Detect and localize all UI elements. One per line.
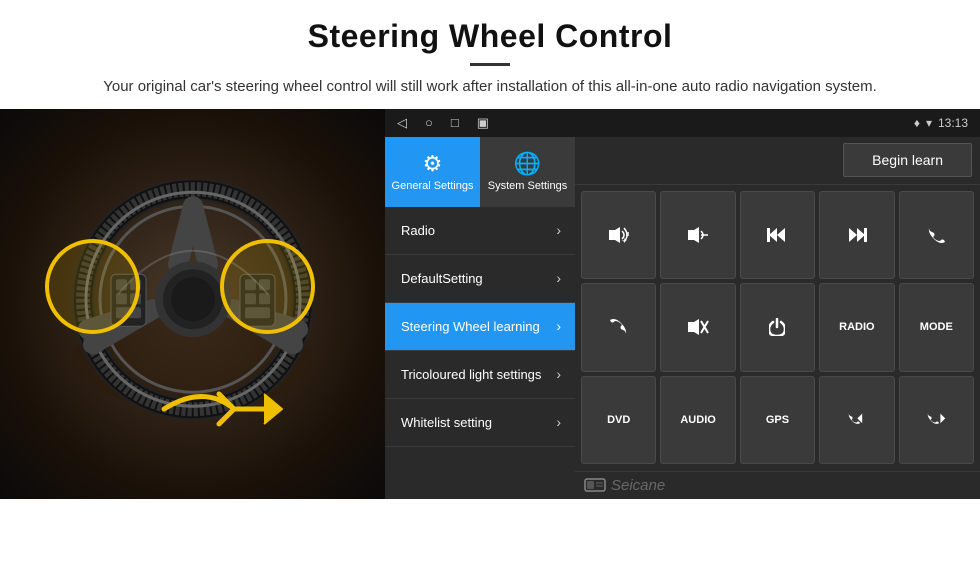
status-bar: ◁ ○ □ ▣ ♦ ▾ 13:13 (385, 109, 980, 137)
begin-learn-row: Begin learn (575, 137, 980, 185)
menu-default-label: DefaultSetting (401, 271, 483, 286)
vol-down-button[interactable] (660, 191, 735, 280)
menu-item-tricoloured[interactable]: Tricoloured light settings › (385, 351, 575, 399)
mode-button[interactable]: MODE (899, 283, 974, 372)
right-content: Begin learn + (575, 137, 980, 499)
chevron-icon: › (556, 414, 561, 430)
header-description: Your original car's steering wheel contr… (40, 76, 940, 99)
control-button-grid: + (575, 185, 980, 471)
hang-up-button[interactable] (581, 283, 656, 372)
prev-track-button[interactable] (740, 191, 815, 280)
nav-icons: ◁ ○ □ ▣ (397, 115, 489, 131)
begin-learn-button[interactable]: Begin learn (843, 143, 972, 177)
main-content: ◁ ○ □ ▣ ♦ ▾ 13:13 ⚙ General Settings (0, 109, 980, 499)
menu-item-default[interactable]: DefaultSetting › (385, 255, 575, 303)
menu-item-whitelist[interactable]: Whitelist setting › (385, 399, 575, 447)
dvd-label: DVD (607, 414, 630, 426)
status-right: ♦ ▾ 13:13 (914, 116, 968, 130)
page-title: Steering Wheel Control (40, 18, 940, 55)
menu-steering-label: Steering Wheel learning (401, 319, 540, 334)
gps-label: GPS (766, 414, 789, 426)
audio-button[interactable]: AUDIO (660, 376, 735, 465)
chevron-icon: › (556, 270, 561, 286)
menu-item-steering[interactable]: Steering Wheel learning › (385, 303, 575, 351)
tab-general-label: General Settings (392, 180, 474, 192)
header-divider (470, 63, 510, 66)
tel-prev-button[interactable] (819, 376, 894, 465)
highlight-circle-right (220, 239, 315, 334)
mode-label: MODE (920, 321, 953, 333)
menu-tricoloured-label: Tricoloured light settings (401, 367, 541, 382)
svg-text:+: + (622, 236, 627, 244)
page-header: Steering Wheel Control Your original car… (0, 0, 980, 109)
arrow-indicator (154, 374, 284, 449)
recents-icon: □ (451, 115, 459, 130)
left-nav: ⚙ General Settings 🌐 System Settings Rad… (385, 137, 575, 499)
top-tabs: ⚙ General Settings 🌐 System Settings (385, 137, 575, 207)
phone-answer-button[interactable] (899, 191, 974, 280)
menu-whitelist-label: Whitelist setting (401, 415, 492, 430)
tablet-panel: ◁ ○ □ ▣ ♦ ▾ 13:13 ⚙ General Settings (385, 109, 980, 499)
location-icon: ♦ (914, 116, 920, 130)
screenshot-icon: ▣ (477, 115, 489, 131)
tab-general[interactable]: ⚙ General Settings (385, 137, 480, 207)
highlight-circle-left (45, 239, 140, 334)
system-icon: 🌐 (514, 151, 541, 177)
home-icon: ○ (425, 115, 433, 130)
car-image (0, 109, 385, 499)
app-area: ⚙ General Settings 🌐 System Settings Rad… (385, 137, 980, 499)
car-panel (0, 109, 385, 499)
radio-text-button[interactable]: RADIO (819, 283, 894, 372)
watermark-icon (583, 475, 607, 495)
vol-up-button[interactable]: + (581, 191, 656, 280)
chevron-icon: › (556, 366, 561, 382)
radio-label: RADIO (839, 321, 874, 333)
dvd-button[interactable]: DVD (581, 376, 656, 465)
menu-item-radio[interactable]: Radio › (385, 207, 575, 255)
power-button[interactable] (740, 283, 815, 372)
back-icon: ◁ (397, 115, 407, 131)
mute-button[interactable] (660, 283, 735, 372)
wifi-icon: ▾ (926, 116, 932, 130)
time-display: 13:13 (938, 116, 968, 130)
tel-next-button[interactable] (899, 376, 974, 465)
seicane-watermark: Seicane (611, 477, 665, 494)
tab-system[interactable]: 🌐 System Settings (480, 137, 575, 207)
menu-radio-label: Radio (401, 223, 435, 238)
chevron-icon: › (556, 222, 561, 238)
settings-gear-icon: ⚙ (423, 151, 443, 177)
watermark-bar: Seicane (575, 471, 980, 499)
chevron-icon: › (556, 318, 561, 334)
tab-system-label: System Settings (488, 180, 567, 192)
audio-label: AUDIO (680, 414, 715, 426)
gps-button[interactable]: GPS (740, 376, 815, 465)
next-track-button[interactable] (819, 191, 894, 280)
